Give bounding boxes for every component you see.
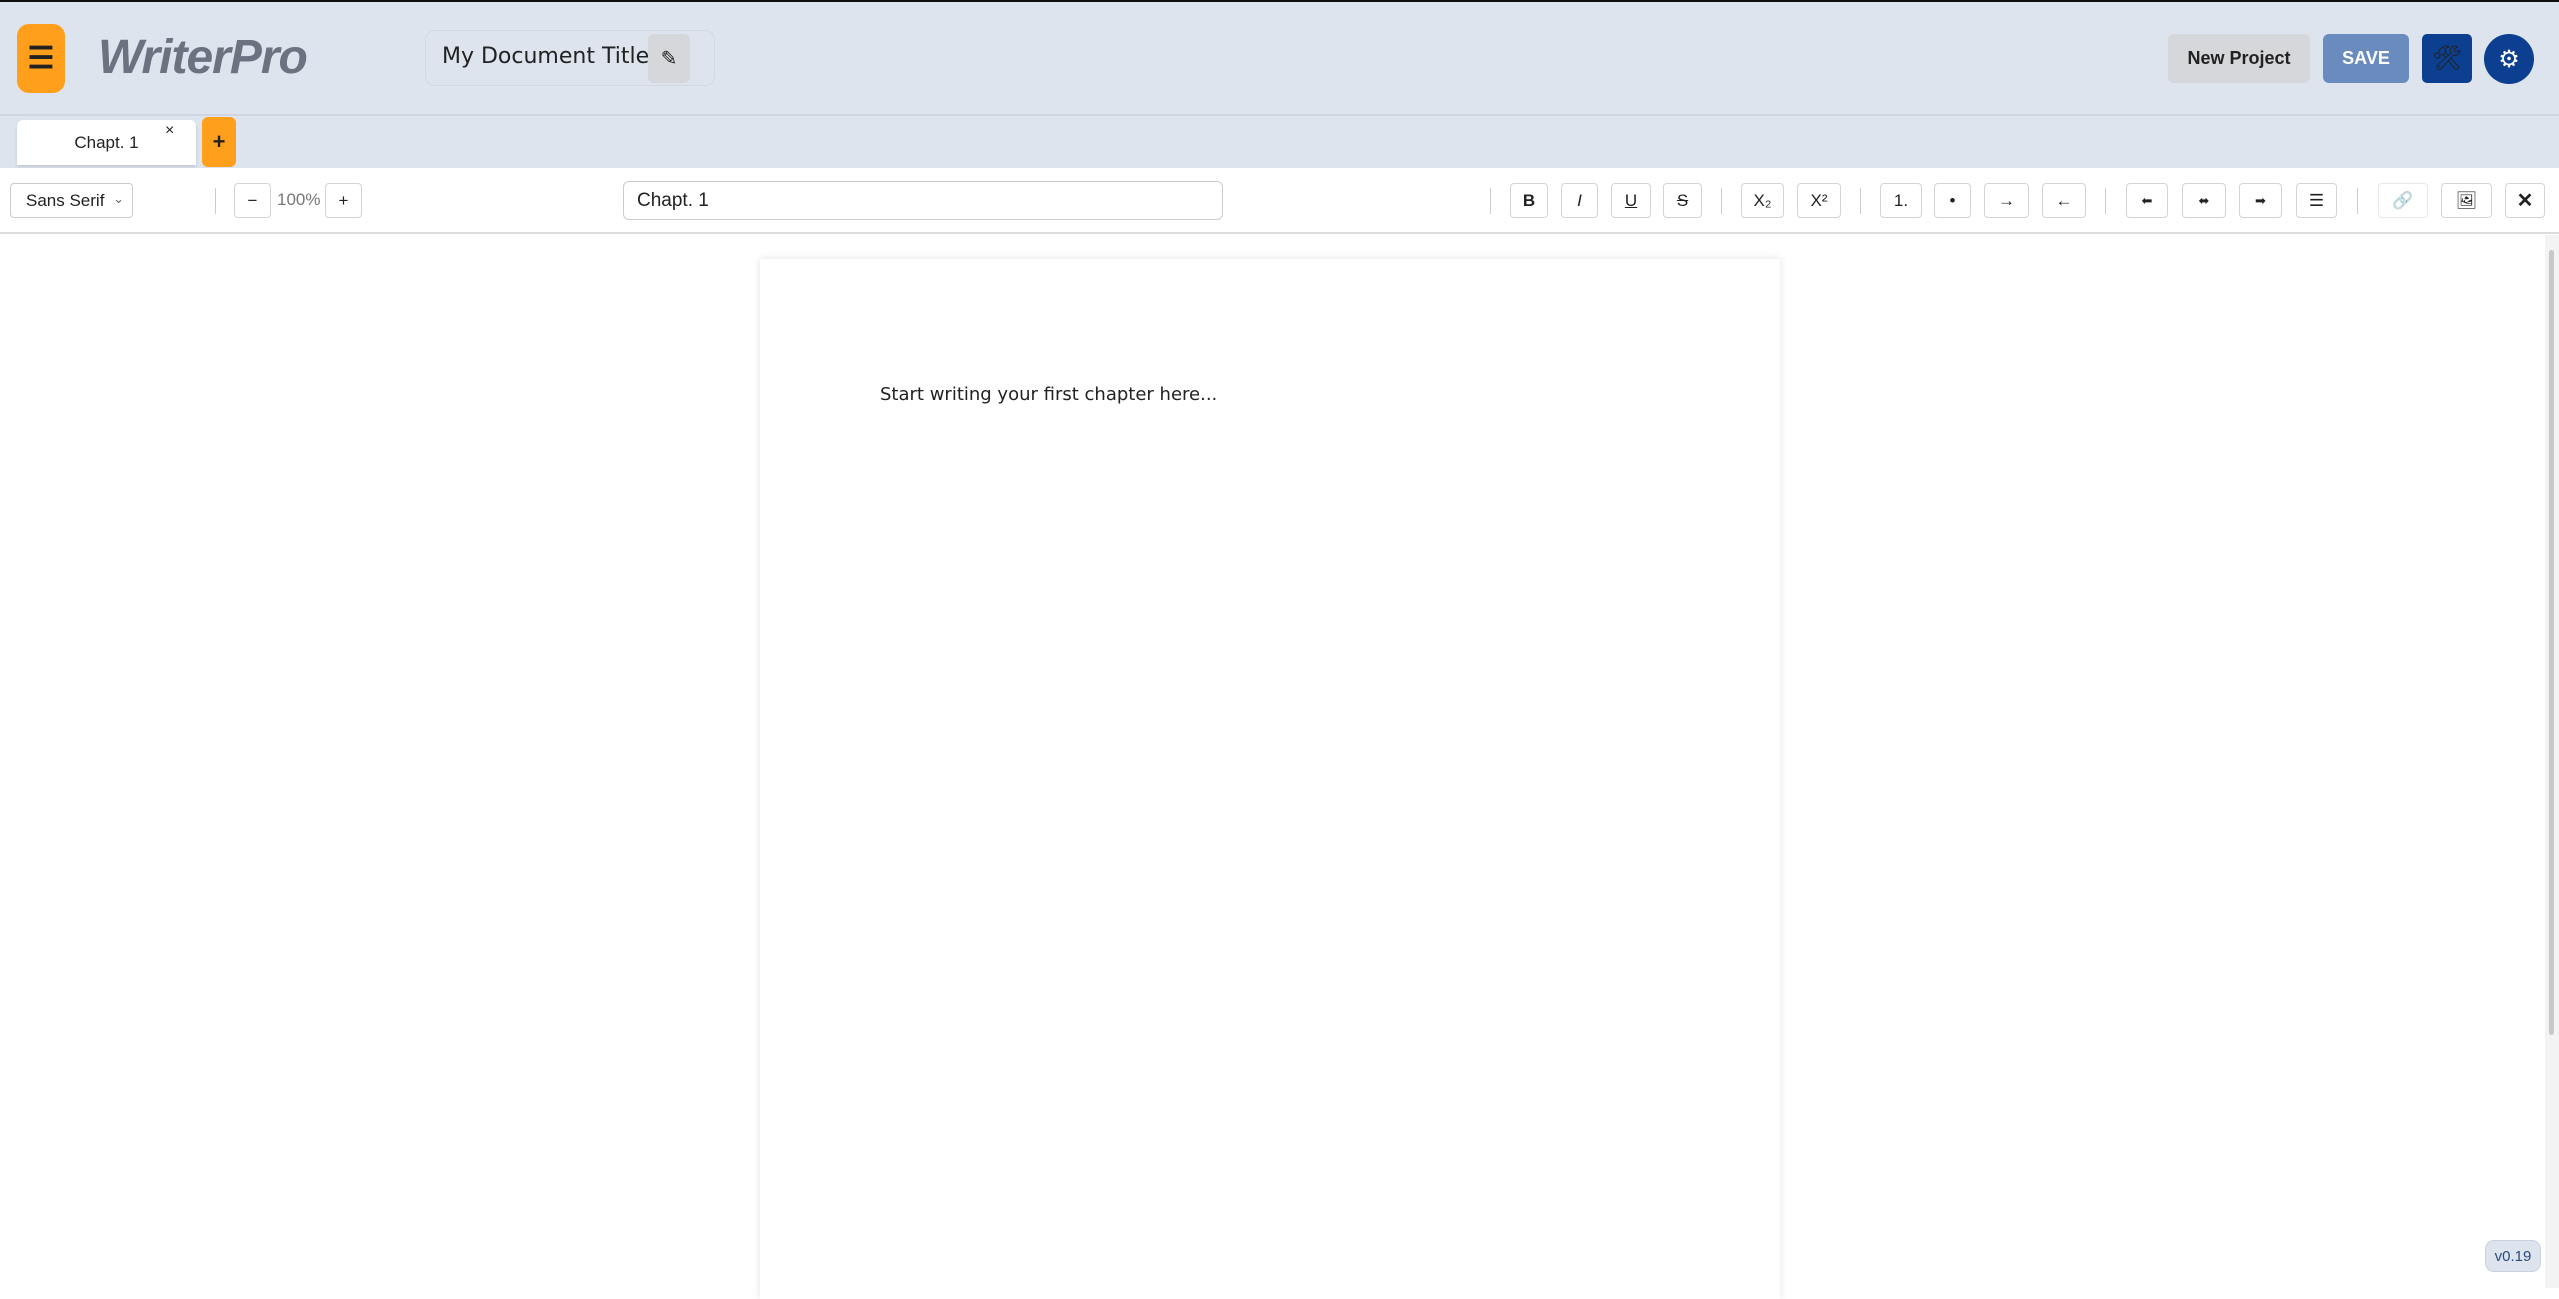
align-left-button[interactable]: ⬅	[2126, 183, 2168, 218]
clear-format-button[interactable]: ✕	[2505, 183, 2545, 218]
pencil-icon: ✎	[660, 48, 678, 70]
font-select-value: Sans Serif	[26, 190, 105, 210]
bold-button[interactable]: B	[1510, 183, 1548, 218]
toolbar-divider	[1721, 188, 1722, 214]
zoom-level: 100%	[277, 190, 321, 209]
align-right-button[interactable]: ➡	[2239, 183, 2282, 218]
document-title[interactable]: My Document Title	[442, 44, 649, 69]
menu-button[interactable]: ☰	[17, 24, 65, 93]
superscript-button[interactable]: X²	[1797, 183, 1841, 218]
italic-button[interactable]: I	[1561, 183, 1598, 218]
editor-page[interactable]	[760, 259, 1780, 1299]
gear-icon: ⚙	[2498, 45, 2520, 73]
tab-chapter-1[interactable]: Chapt. 1 ×	[17, 120, 196, 165]
toolbar-divider	[2357, 188, 2358, 214]
chapter-tab-bar	[0, 116, 2559, 168]
insert-image-button[interactable]: 🖼	[2441, 183, 2492, 218]
justify-button[interactable]: ☰	[2296, 183, 2337, 218]
indent-button[interactable]: →	[1984, 183, 2029, 218]
add-chapter-button[interactable]: +	[202, 117, 236, 167]
toolbar-divider	[1490, 188, 1491, 214]
toolbar-divider	[2105, 188, 2106, 214]
ordered-list-button[interactable]: 1.	[1880, 183, 1922, 218]
new-project-button[interactable]: New Project	[2168, 34, 2310, 83]
tab-close-icon[interactable]: ×	[165, 122, 174, 140]
underline-button[interactable]: U	[1611, 183, 1651, 218]
subscript-button[interactable]: X₂	[1741, 183, 1784, 218]
font-select[interactable]: Sans Serif ⌄	[10, 183, 133, 218]
link-button[interactable]: 🔗	[2378, 183, 2428, 218]
editor-placeholder[interactable]: Start writing your first chapter here...	[880, 384, 1217, 405]
chapter-name-input[interactable]: Chapt. 1	[623, 181, 1223, 220]
settings-button[interactable]: ⚙	[2484, 34, 2534, 84]
app-logo: WriterPro	[98, 31, 308, 84]
edit-title-button[interactable]: ✎	[648, 34, 690, 83]
align-center-button[interactable]: ⬌	[2182, 183, 2226, 218]
chevron-down-icon: ⌄	[113, 191, 124, 206]
toolbar-divider	[1860, 188, 1861, 214]
hamburger-icon: ☰	[27, 42, 55, 75]
scrollbar-thumb[interactable]	[2549, 250, 2554, 1035]
bullet-list-button[interactable]: •	[1934, 183, 1971, 218]
tools-button[interactable]: 🛠	[2422, 34, 2472, 83]
save-button[interactable]: SAVE	[2323, 34, 2409, 83]
zoom-out-button[interactable]: −	[234, 183, 271, 218]
strikethrough-button[interactable]: S	[1663, 183, 1702, 218]
format-toolbar	[0, 168, 2559, 234]
toolbar-divider	[215, 188, 216, 214]
version-badge: v0.19	[2485, 1240, 2541, 1272]
hammer-wrench-icon: 🛠	[2431, 45, 2463, 72]
zoom-in-button[interactable]: +	[325, 183, 362, 218]
outdent-button[interactable]: ←	[2042, 183, 2086, 218]
